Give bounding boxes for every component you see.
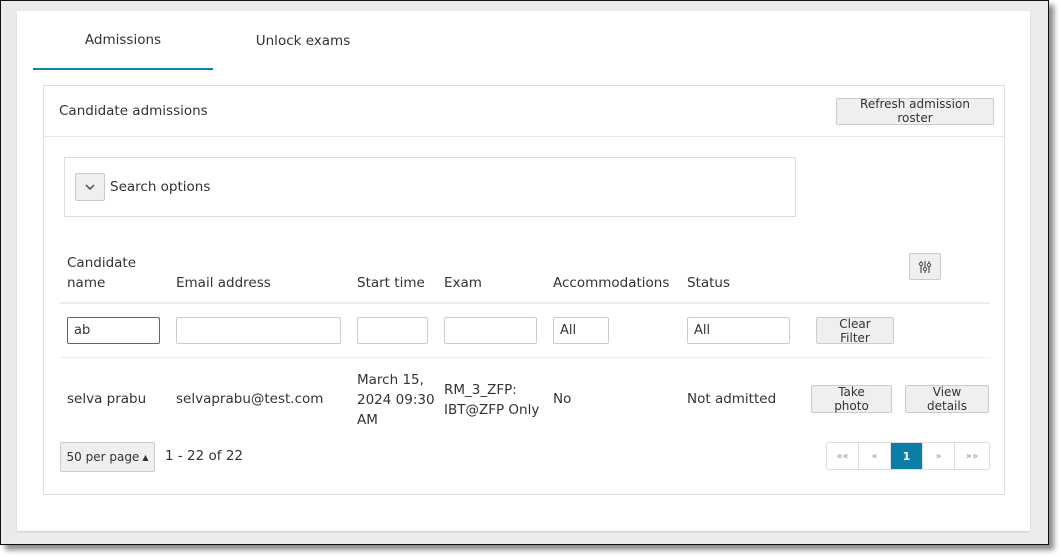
view-details-button[interactable]: View details — [905, 385, 989, 413]
column-header-line: name — [67, 275, 106, 291]
start-time-line: 2024 09:30 — [357, 392, 435, 408]
search-options-section: Search options — [64, 157, 796, 217]
start-time-cell: March 15, 2024 09:30 AM — [357, 370, 435, 430]
take-photo-button[interactable]: Take photo — [811, 385, 892, 413]
filter-row: Clear Filter — [60, 304, 990, 358]
column-header-start-time[interactable]: Start time — [357, 273, 425, 293]
exam-cell: RM_3_ZFP: IBT@ZFP Only — [444, 380, 539, 420]
start-time-line: March 15, — [357, 372, 424, 388]
accommodations-cell: No — [553, 391, 572, 407]
exam-line: RM_3_ZFP: — [444, 382, 517, 398]
exam-filter[interactable] — [444, 317, 537, 344]
chevron-down-icon — [85, 184, 95, 190]
per-page-label: 50 per page — [66, 450, 140, 464]
candidate-admissions-panel: Candidate admissions Refresh admission r… — [43, 85, 1005, 495]
exam-line: IBT@ZFP Only — [444, 402, 540, 418]
panel-header: Candidate admissions Refresh admission r… — [44, 86, 1004, 137]
clear-filter-button[interactable]: Clear Filter — [816, 317, 894, 345]
column-header-email[interactable]: Email address — [176, 273, 271, 293]
tab-bar: Admissions Unlock exams — [33, 11, 393, 70]
status-filter[interactable] — [687, 317, 790, 344]
main-card: Admissions Unlock exams Candidate admiss… — [17, 11, 1030, 531]
column-header-exam[interactable]: Exam — [444, 273, 482, 293]
start-time-line: AM — [357, 412, 378, 428]
last-page-button[interactable]: »» — [955, 443, 989, 469]
tab-unlock-exams[interactable]: Unlock exams — [213, 11, 393, 70]
page-1-button[interactable]: 1 — [891, 443, 923, 469]
window-frame: Admissions Unlock exams Candidate admiss… — [0, 0, 1049, 545]
column-header-status[interactable]: Status — [687, 273, 730, 293]
email-cell: selvaprabu@test.com — [176, 391, 324, 407]
search-options-toggle[interactable] — [75, 173, 105, 201]
results-range: 1 - 22 of 22 — [165, 448, 243, 464]
search-options-label[interactable]: Search options — [110, 179, 210, 195]
refresh-roster-button[interactable]: Refresh admission roster — [836, 97, 994, 125]
caret-up-icon: ▲ — [142, 452, 149, 462]
first-page-button[interactable]: «« — [827, 443, 859, 469]
email-filter[interactable] — [176, 317, 341, 344]
column-header-accommodations[interactable]: Accommodations — [553, 273, 669, 293]
status-cell: Not admitted — [687, 391, 777, 407]
column-settings-button[interactable] — [909, 253, 941, 280]
table-row: selva prabu selvaprabu@test.com March 15… — [60, 358, 990, 440]
pagination: «« « 1 » »» — [826, 442, 990, 470]
table-footer: 50 per page ▲ 1 - 22 of 22 «« « 1 » »» — [60, 442, 990, 474]
table-header: Candidate name Email address Start time … — [60, 246, 990, 304]
candidate-name-cell: selva prabu — [67, 391, 147, 407]
per-page-dropdown[interactable]: 50 per page ▲ — [60, 442, 155, 472]
column-header-line: Candidate — [67, 255, 137, 271]
next-page-button[interactable]: » — [923, 443, 955, 469]
candidate-name-filter[interactable] — [67, 317, 160, 344]
start-time-filter[interactable] — [357, 317, 428, 344]
panel-title: Candidate admissions — [59, 103, 208, 119]
prev-page-button[interactable]: « — [859, 443, 891, 469]
column-settings-icon — [918, 260, 932, 273]
accommodations-filter[interactable] — [553, 317, 609, 344]
tab-admissions[interactable]: Admissions — [33, 11, 213, 70]
column-header-candidate-name[interactable]: Candidate name — [67, 253, 136, 293]
admissions-table: Candidate name Email address Start time … — [60, 246, 990, 440]
